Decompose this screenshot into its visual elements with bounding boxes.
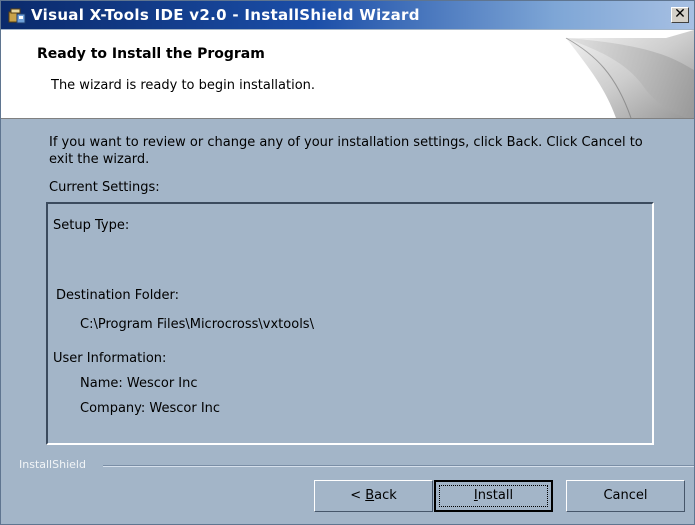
close-button[interactable]: ✕ xyxy=(671,7,689,23)
installer-app-icon xyxy=(8,6,26,24)
window-title: Visual X-Tools IDE v2.0 - InstallShield … xyxy=(31,6,420,24)
title-bar[interactable]: Visual X-Tools IDE v2.0 - InstallShield … xyxy=(1,1,694,29)
cancel-button-label: Cancel xyxy=(603,488,648,503)
page-subtitle: The wizard is ready to begin installatio… xyxy=(51,78,316,93)
cancel-button[interactable]: Cancel xyxy=(566,480,685,512)
installer-window: Visual X-Tools IDE v2.0 - InstallShield … xyxy=(0,0,695,525)
installshield-branding: InstallShield xyxy=(1,458,694,472)
user-information-label: User Information: xyxy=(53,351,167,366)
back-button-prefix: < xyxy=(350,488,366,503)
company-value: Company: Wescor Inc xyxy=(80,401,221,416)
close-icon: ✕ xyxy=(674,6,686,22)
page-curl-graphic xyxy=(546,30,694,118)
back-button-mnemonic: B xyxy=(365,488,375,503)
user-name-value: Name: Wescor Inc xyxy=(80,376,198,391)
destination-folder-label: Destination Folder: xyxy=(56,288,180,303)
instructions-text: If you want to review or change any of y… xyxy=(49,135,643,167)
destination-folder-path: C:\Program Files\Microcross\vxtools\ xyxy=(80,317,314,332)
install-button[interactable]: Install xyxy=(434,480,553,512)
current-settings-label: Current Settings: xyxy=(49,180,160,195)
focus-rectangle xyxy=(439,485,548,507)
page-title: Ready to Install the Program xyxy=(37,46,265,62)
installshield-brand-text: InstallShield xyxy=(19,458,86,471)
setup-type-label: Setup Type: xyxy=(53,218,130,233)
brand-divider xyxy=(103,465,694,467)
wizard-header: Ready to Install the Program The wizard … xyxy=(1,30,694,119)
current-settings-box[interactable]: Setup Type: Destination Folder: C:\Progr… xyxy=(46,202,654,445)
back-button[interactable]: < Back xyxy=(314,480,433,512)
back-button-label: ack xyxy=(374,488,397,503)
